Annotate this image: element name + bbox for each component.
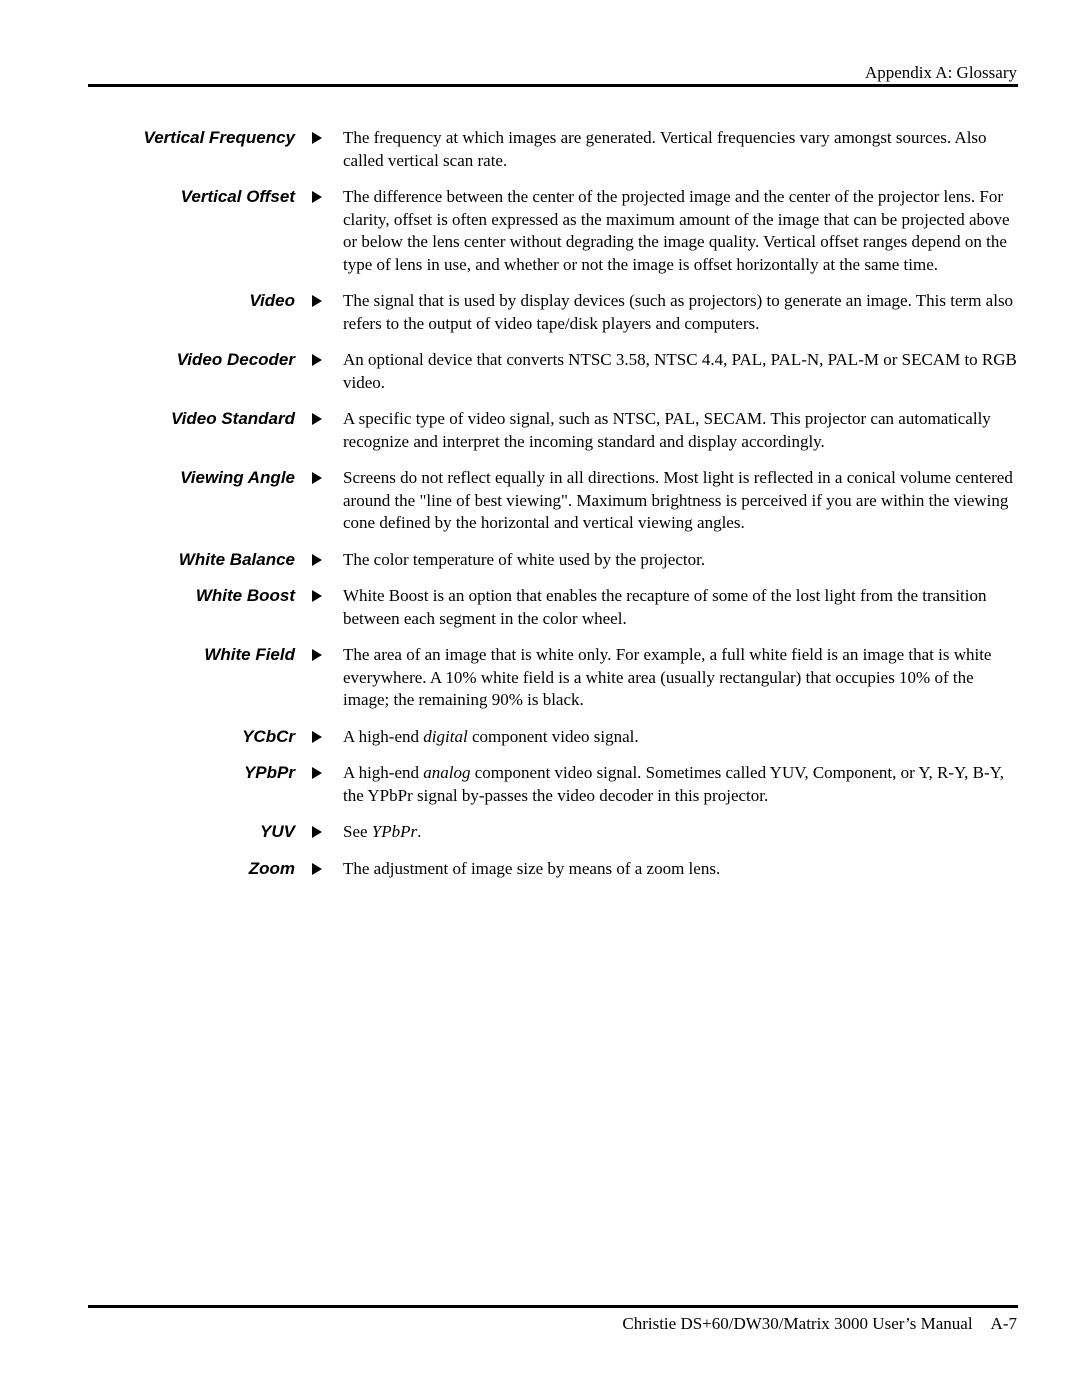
- glossary-definition: The difference between the center of the…: [343, 187, 1010, 274]
- page-number: A-7: [990, 1314, 1017, 1333]
- glossary-definition: Screens do not reflect equally in all di…: [343, 468, 1013, 532]
- glossary-term: White Balance: [178, 549, 295, 569]
- glossary-definition: A high-end analog component video signal…: [343, 763, 1004, 805]
- triangle-right-icon: [295, 408, 343, 430]
- glossary-list: Vertical Frequency The frequency at whic…: [0, 127, 1080, 894]
- triangle-right-icon: [295, 858, 343, 880]
- header-rule: [88, 84, 1018, 87]
- triangle-right-icon: [295, 585, 343, 607]
- running-header: Appendix A: Glossary: [864, 63, 1017, 82]
- glossary-term: Zoom: [248, 858, 295, 878]
- glossary-term: White Field: [204, 645, 295, 664]
- glossary-definition: White Boost is an option that enables th…: [343, 586, 987, 628]
- glossary-term: Viewing Angle: [180, 468, 295, 487]
- cross-reference: YPbPr: [371, 822, 418, 841]
- glossary-entry: Video Decoder An optional device that co…: [0, 349, 1080, 394]
- footer-rule: [88, 1305, 1018, 1308]
- triangle-right-icon: [295, 762, 343, 784]
- glossary-definition: A high-end digital component video signa…: [343, 726, 639, 746]
- glossary-entry: Video Standard A specific type of video …: [0, 408, 1080, 453]
- glossary-term: YPbPr: [243, 763, 295, 782]
- glossary-entry: White Balance The color temperature of w…: [0, 549, 1080, 572]
- glossary-entry: Zoom The adjustment of image size by mea…: [0, 858, 1080, 881]
- glossary-entry: YUV See YPbPr.: [0, 821, 1080, 844]
- emphasis: analog: [423, 763, 471, 782]
- glossary-term: Video Decoder: [176, 350, 295, 369]
- glossary-definition: See YPbPr.: [343, 822, 422, 841]
- glossary-entry: White Field The area of an image that is…: [0, 644, 1080, 712]
- triangle-right-icon: [295, 726, 343, 748]
- glossary-entry: Vertical Offset The difference between t…: [0, 186, 1080, 276]
- glossary-entry: Viewing Angle Screens do not reflect equ…: [0, 467, 1080, 535]
- glossary-entry: Vertical Frequency The frequency at whic…: [0, 127, 1080, 172]
- triangle-right-icon: [295, 127, 343, 149]
- triangle-right-icon: [295, 290, 343, 312]
- triangle-right-icon: [295, 467, 343, 489]
- glossary-entry: YCbCr A high-end digital component video…: [0, 726, 1080, 749]
- triangle-right-icon: [295, 821, 343, 843]
- triangle-right-icon: [295, 644, 343, 666]
- glossary-term: Video: [249, 291, 295, 310]
- glossary-definition: A specific type of video signal, such as…: [343, 409, 991, 451]
- glossary-definition: The area of an image that is white only.…: [343, 645, 992, 709]
- manual-title: Christie DS+60/DW30/Matrix 3000 User’s M…: [622, 1314, 973, 1333]
- glossary-term: White Boost: [195, 586, 295, 605]
- glossary-definition: The frequency at which images are genera…: [343, 128, 987, 170]
- glossary-entry: YPbPr A high-end analog component video …: [0, 762, 1080, 807]
- triangle-right-icon: [295, 186, 343, 208]
- glossary-definition: The adjustment of image size by means of…: [343, 858, 721, 878]
- running-footer: Christie DS+60/DW30/Matrix 3000 User’s M…: [622, 1314, 1017, 1334]
- triangle-right-icon: [295, 349, 343, 371]
- glossary-entry: White Boost White Boost is an option tha…: [0, 585, 1080, 630]
- glossary-term: Video Standard: [170, 409, 295, 428]
- glossary-term: YCbCr: [242, 726, 295, 746]
- glossary-term: Vertical Frequency: [143, 128, 296, 147]
- glossary-term: YUV: [260, 822, 295, 841]
- triangle-right-icon: [295, 549, 343, 571]
- glossary-entry: Video The signal that is used by display…: [0, 290, 1080, 335]
- glossary-definition: The color temperature of white used by t…: [343, 549, 706, 569]
- glossary-definition: The signal that is used by display devic…: [343, 291, 1014, 333]
- emphasis: digital: [423, 726, 468, 746]
- glossary-definition: An optional device that converts NTSC 3.…: [343, 350, 1017, 392]
- glossary-term: Vertical Offset: [180, 187, 295, 206]
